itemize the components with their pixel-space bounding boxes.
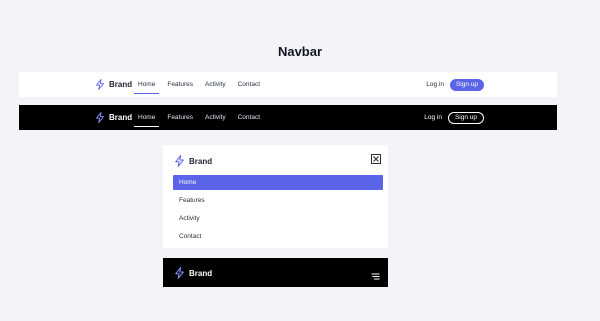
- mobile-item-features[interactable]: Features: [173, 193, 383, 208]
- login-link[interactable]: Log in: [424, 114, 442, 121]
- brand-name: Brand: [109, 113, 133, 122]
- brand-logo[interactable]: Brand: [174, 267, 212, 279]
- page-title: Navbar: [277, 44, 323, 59]
- close-icon: [373, 156, 379, 162]
- bolt-icon: [96, 112, 104, 123]
- mobile-navbar-dark: Brand: [163, 258, 388, 287]
- nav-link-home[interactable]: Home: [132, 105, 161, 130]
- nav-links: Home Features Activity Contact: [132, 105, 266, 130]
- mobile-item-activity[interactable]: Activity: [173, 211, 383, 226]
- navbar-dark: Brand Home Features Activity Contact Log…: [19, 105, 557, 130]
- navbar-light: Brand Home Features Activity Contact Log…: [19, 72, 557, 97]
- brand-name: Brand: [189, 268, 213, 278]
- menu-toggle-button[interactable]: [371, 268, 380, 280]
- mobile-item-home[interactable]: Home: [173, 175, 383, 190]
- signup-button[interactable]: Sign up: [449, 78, 484, 91]
- bolt-icon: [175, 155, 184, 167]
- nav-link-features[interactable]: Features: [161, 105, 199, 130]
- nav-link-activity[interactable]: Activity: [199, 72, 232, 97]
- nav-links: Home Features Activity Contact: [132, 72, 266, 97]
- nav-link-activity[interactable]: Activity: [199, 105, 232, 130]
- brand-logo[interactable]: Brand: [174, 155, 212, 167]
- nav-link-contact[interactable]: Contact: [232, 105, 266, 130]
- bolt-icon: [96, 79, 104, 90]
- mobile-menu: Home Features Activity Contact: [173, 175, 383, 247]
- brand-name: Brand: [189, 156, 213, 166]
- mobile-item-contact[interactable]: Contact: [173, 229, 383, 244]
- signup-button[interactable]: Sign up: [447, 111, 484, 124]
- brand-logo[interactable]: Brand: [95, 79, 132, 90]
- login-link[interactable]: Log in: [426, 81, 444, 88]
- nav-link-features[interactable]: Features: [161, 72, 199, 97]
- nav-link-home[interactable]: Home: [132, 72, 161, 97]
- menu-icon: [371, 273, 380, 280]
- close-menu-button[interactable]: [371, 154, 381, 164]
- mobile-menu-panel: Brand Home Features Activity Contact: [163, 145, 388, 248]
- nav-link-contact[interactable]: Contact: [232, 72, 266, 97]
- nav-actions: Log in Sign up: [424, 105, 484, 130]
- nav-actions: Log in Sign up: [426, 72, 484, 97]
- brand-name: Brand: [109, 80, 133, 89]
- bolt-icon: [175, 267, 184, 279]
- brand-logo[interactable]: Brand: [95, 112, 132, 123]
